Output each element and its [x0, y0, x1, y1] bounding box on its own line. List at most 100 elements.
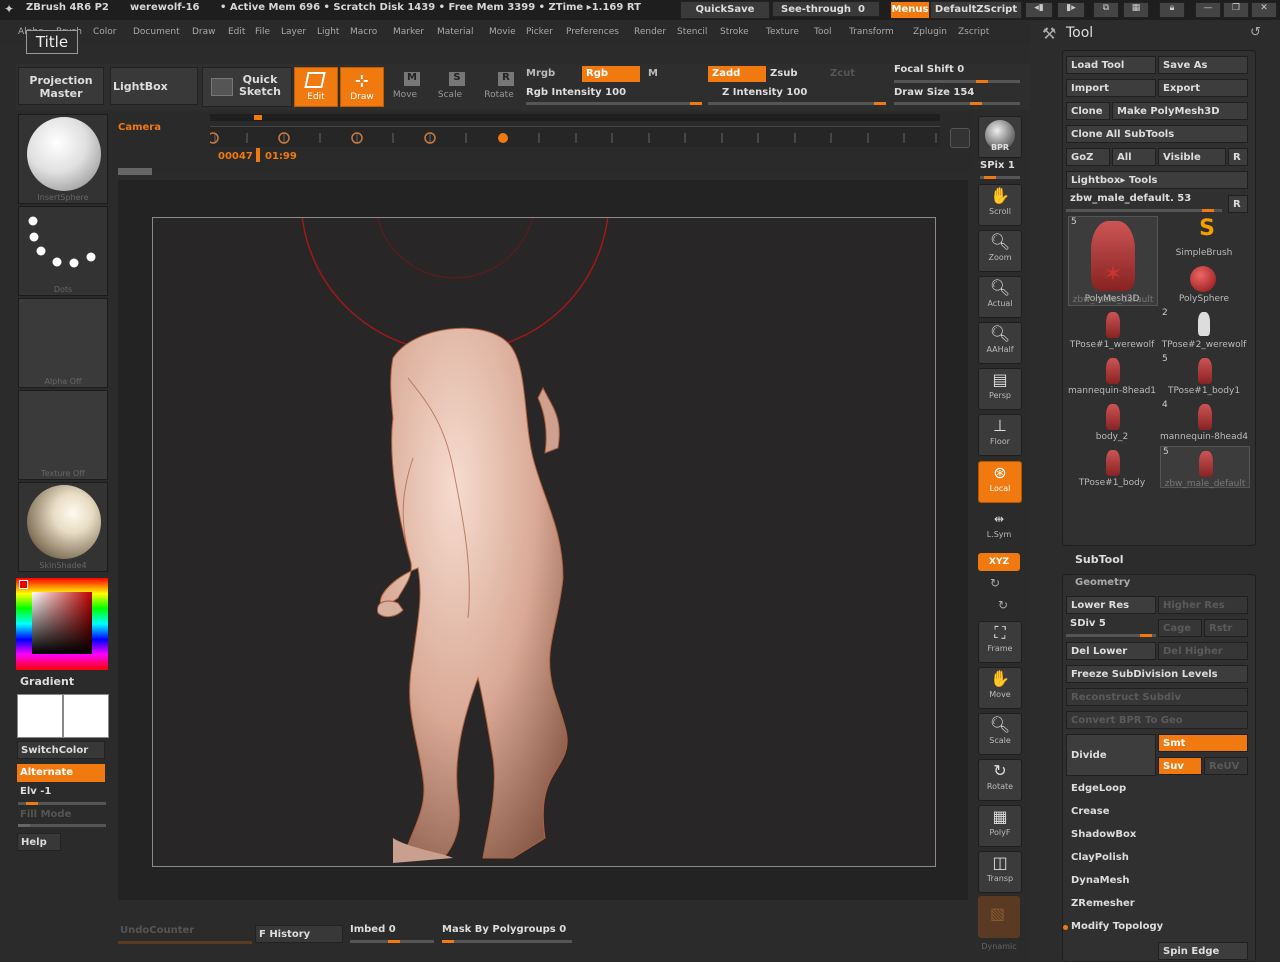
color-square[interactable]	[32, 592, 92, 654]
focal-shift-slider[interactable]	[894, 80, 1020, 83]
tool-thumbnail-item[interactable]: TPose#1_body	[1068, 446, 1156, 490]
minimize-icon[interactable]: —	[1195, 2, 1221, 18]
shadowbox-section[interactable]: ShadowBox	[1071, 829, 1136, 840]
divide-button[interactable]: Divide	[1066, 734, 1156, 776]
menu-document[interactable]: Document	[133, 27, 180, 37]
reconstruct-subdiv-button[interactable]: Reconstruct Subdiv	[1066, 688, 1248, 706]
layout-right-icon[interactable]: ▮▸	[1057, 2, 1085, 18]
fill-mode-knob[interactable]	[18, 824, 30, 827]
floor-view-button[interactable]: ⊥ Floor	[978, 414, 1022, 456]
color-picker[interactable]	[16, 578, 108, 670]
menu-draw[interactable]: Draw	[192, 27, 216, 37]
ui-layout-icon[interactable]: ⧉	[1093, 2, 1119, 18]
del-higher-button[interactable]: Del Higher	[1158, 642, 1248, 660]
persp-view-button[interactable]: ▤ Persp	[978, 368, 1022, 410]
del-lower-button[interactable]: Del Lower	[1066, 642, 1156, 660]
fill-mode-slider[interactable]	[18, 824, 106, 827]
frame-view-button[interactable]: ⛶ Frame	[978, 621, 1022, 663]
clone-all-subtools-button[interactable]: Clone All SubTools	[1066, 125, 1248, 143]
tool-thumbnail-item[interactable]: mannequin-8head1	[1068, 354, 1156, 398]
lightbox-button[interactable]: LightBox	[110, 67, 198, 105]
z-intensity-slider[interactable]	[708, 102, 886, 105]
dynamic-button[interactable]: ▧	[978, 896, 1020, 938]
rotate-y-icon[interactable]: ↻	[990, 576, 1000, 590]
dynamesh-section[interactable]: DynaMesh	[1071, 875, 1130, 886]
geometry-header[interactable]: Geometry	[1075, 577, 1130, 588]
mask-polygroups-slider[interactable]	[442, 940, 572, 943]
lightbox-tools-button[interactable]: Lightbox▸ Tools	[1066, 171, 1248, 189]
m-button[interactable]: M	[648, 68, 658, 79]
rotate-z-icon[interactable]: ↻	[998, 598, 1008, 612]
tool-thumbnail-item[interactable]: 5 TPose#1_body1	[1160, 354, 1248, 398]
edgeloop-section[interactable]: EdgeLoop	[1071, 783, 1126, 794]
smt-toggle[interactable]: Smt	[1158, 734, 1248, 752]
subtool-header[interactable]: SubTool	[1075, 553, 1124, 566]
rstr-button[interactable]: Rstr	[1204, 619, 1248, 637]
xyz-button[interactable]: XYZ	[978, 553, 1020, 571]
main-color-swatch[interactable]	[17, 694, 63, 738]
rotate-view-button[interactable]: ↻ Rotate	[978, 759, 1022, 801]
draw-size-knob[interactable]	[970, 102, 982, 105]
mask-polygroups-knob[interactable]	[442, 940, 454, 943]
menu-color[interactable]: Color	[93, 27, 117, 37]
spix-knob[interactable]	[984, 176, 996, 179]
modify-topology-section[interactable]: Modify Topology	[1071, 921, 1163, 932]
tool-thumbnail-item[interactable]: body_2	[1068, 400, 1156, 444]
palette-icon[interactable]: ▦	[1123, 2, 1149, 18]
spin-edge-button[interactable]: Spin Edge	[1158, 942, 1248, 960]
current-tool-knob[interactable]	[1202, 209, 1214, 212]
menu-texture[interactable]: Texture	[766, 27, 799, 37]
lock-icon[interactable]: 🔒︎	[1159, 2, 1185, 18]
reuv-toggle[interactable]: ReUV	[1204, 757, 1248, 775]
secondary-color-swatch[interactable]	[63, 694, 109, 738]
tool-thumbnail-item[interactable]: 2 TPose#2_werewolf	[1160, 308, 1248, 352]
tool-thumbnail-item[interactable]: PolySphere	[1160, 262, 1248, 306]
edit-mode-button[interactable]: Edit	[294, 67, 338, 107]
current-tool-slider[interactable]	[1066, 209, 1222, 212]
timeline-toggle[interactable]	[118, 168, 152, 175]
menu-marker[interactable]: Marker	[393, 27, 424, 37]
mrgb-button[interactable]: Mrgb	[526, 68, 555, 79]
menu-render[interactable]: Render	[634, 27, 666, 37]
menu-zscript[interactable]: Zscript	[958, 27, 989, 37]
zadd-button[interactable]: Zadd	[708, 66, 766, 82]
cage-button[interactable]: Cage	[1158, 619, 1202, 637]
claypolish-section[interactable]: ClayPolish	[1071, 852, 1129, 863]
projection-master-button[interactable]: Projection Master	[18, 67, 104, 105]
make-polymesh-button[interactable]: Make PolyMesh3D	[1112, 102, 1248, 120]
rgb-intensity-slider[interactable]	[526, 102, 702, 105]
werewolf-model[interactable]	[376, 327, 568, 863]
move-view-button[interactable]: ✋ Move	[978, 667, 1022, 709]
menu-preferences[interactable]: Preferences	[566, 27, 619, 37]
color-marker[interactable]	[19, 580, 28, 589]
zremesher-section[interactable]: ZRemesher	[1071, 898, 1135, 909]
crease-section[interactable]: Crease	[1071, 806, 1110, 817]
menu-file[interactable]: File	[255, 27, 270, 37]
goz-r-button[interactable]: R	[1228, 148, 1248, 166]
menu-stencil[interactable]: Stencil	[677, 27, 707, 37]
freeze-subdivision-button[interactable]: Freeze SubDivision Levels	[1066, 665, 1248, 683]
export-button[interactable]: Export	[1158, 79, 1248, 97]
load-tool-button[interactable]: Load Tool	[1066, 56, 1156, 74]
imbed-slider[interactable]	[350, 940, 434, 943]
title-button[interactable]: Title	[26, 30, 78, 54]
imbed-knob[interactable]	[388, 940, 400, 943]
focal-shift-knob[interactable]	[976, 80, 988, 83]
timeline-scroll[interactable]	[210, 114, 940, 121]
import-button[interactable]: Import	[1066, 79, 1156, 97]
undo-counter-slider[interactable]	[118, 941, 252, 944]
menu-movie[interactable]: Movie	[489, 27, 516, 37]
draw-mode-button[interactable]: ⊹ Draw	[340, 67, 384, 107]
help-button[interactable]: Help	[17, 833, 61, 851]
maximize-icon[interactable]: ❐	[1223, 2, 1249, 18]
timeline-playhead[interactable]	[256, 148, 260, 162]
lsym-button[interactable]: ⇹ L.Sym	[978, 508, 1020, 544]
scale-mode-button[interactable]: S Scale	[435, 68, 471, 104]
menu-macro[interactable]: Macro	[350, 27, 377, 37]
timeline-scroll-knob[interactable]	[254, 115, 262, 120]
texture-thumbnail[interactable]: Texture Off	[18, 390, 108, 480]
menu-transform[interactable]: Transform	[849, 27, 894, 37]
timeline-track[interactable]	[207, 126, 940, 147]
zoom-view-button[interactable]: 🔍︎ Zoom	[978, 230, 1022, 272]
polyf-view-button[interactable]: ▦ PolyF	[978, 805, 1022, 847]
